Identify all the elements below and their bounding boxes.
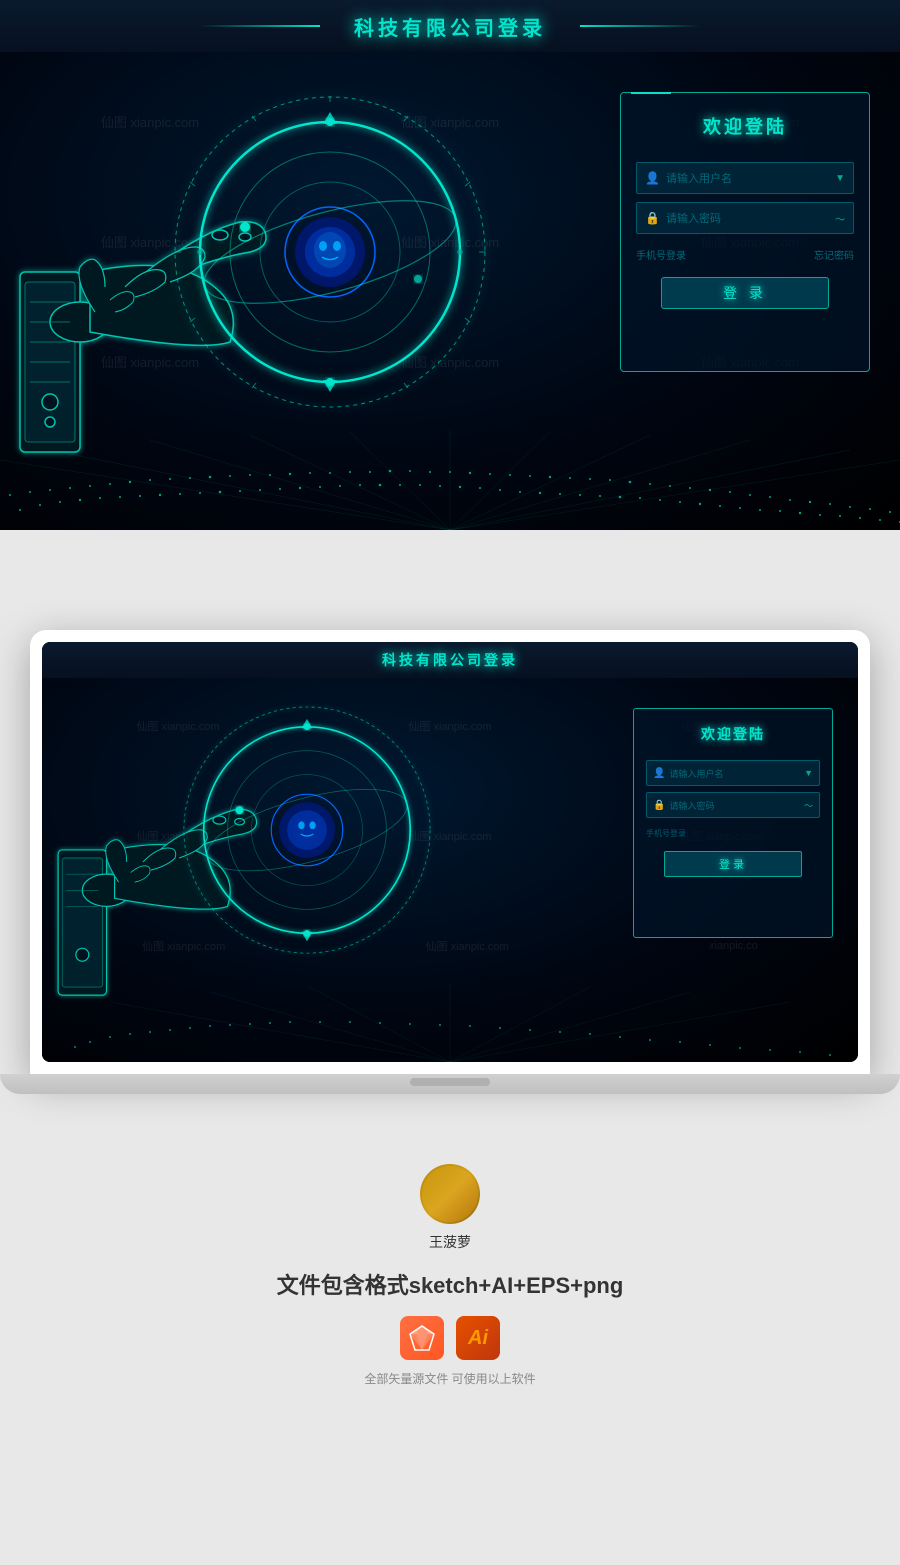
screen-username-field[interactable]: 👤 请输入用户名 ▼ xyxy=(646,760,820,786)
author-avatar xyxy=(420,1164,480,1224)
laptop-base xyxy=(0,1074,900,1094)
screen-field-arrow: ▼ xyxy=(804,768,813,778)
banner-title: 科技有限公司登录 xyxy=(354,12,546,41)
banner-topbar: 科技有限公司登录 xyxy=(0,0,900,52)
username-placeholder: 请输入用户名 xyxy=(666,170,835,186)
separator xyxy=(0,530,900,630)
file-formats-text: 文件包含格式sketch+AI+EPS+png xyxy=(277,1268,624,1300)
screen-phone-login[interactable]: 手机号登录 xyxy=(646,828,686,839)
author-section: 王菠萝 文件包含格式sketch+AI+EPS+png Ai 全部矢量源文件 可… xyxy=(0,1134,900,1427)
author-name: 王菠萝 xyxy=(429,1232,471,1252)
laptop-wrapper: 科技有限公司登录 仙图 xianpic.com 仙图 xianpic.com 仙… xyxy=(30,630,870,1094)
lock-icon: 🔒 xyxy=(645,211,660,225)
screen-lock-icon: 🔒 xyxy=(653,800,665,811)
laptop-section: 科技有限公司登录 仙图 xianpic.com 仙图 xianpic.com 仙… xyxy=(0,630,900,1134)
orbital-svg xyxy=(160,82,500,442)
banner-main: 仙图 xianpic.com 仙图 xianpic.com 仙图 xianpic… xyxy=(0,52,900,530)
sketch-icon xyxy=(400,1316,444,1360)
ai-label: Ai xyxy=(468,1327,488,1350)
login-panel: 欢迎登陆 👤 请输入用户名 ▼ 🔒 请输入密码 〜 手机号登录 忘记密码 登 录 xyxy=(620,92,870,372)
user-icon: 👤 xyxy=(645,171,660,185)
ai-icon: Ai xyxy=(456,1316,500,1360)
field-arrow-icon: ▼ xyxy=(835,173,845,184)
screen-password-placeholder: 请输入密码 xyxy=(669,799,804,812)
top-banner: 科技有限公司登录 仙图 xianpic.com 仙图 xianpic.com 仙… xyxy=(0,0,900,530)
username-field[interactable]: 👤 请输入用户名 ▼ xyxy=(636,162,854,194)
password-placeholder: 请输入密码 xyxy=(666,210,835,226)
screen-login-panel: 欢迎登陆 👤 请输入用户名 ▼ 🔒 请输入密码 〜 手机号登录 xyxy=(633,708,833,938)
screen-orbital xyxy=(172,693,442,983)
software-note: 全部矢量源文件 可使用以上软件 xyxy=(364,1370,535,1387)
screen-login-links: 手机号登录 xyxy=(634,824,832,843)
laptop-screen: 科技有限公司登录 仙图 xianpic.com 仙图 xianpic.com 仙… xyxy=(42,642,858,1062)
screen-field-arrow-2: 〜 xyxy=(804,799,813,812)
screen-main: 仙图 xianpic.com 仙图 xianpic.com 仙图 xianpic… xyxy=(42,678,858,1062)
screen-password-field[interactable]: 🔒 请输入密码 〜 xyxy=(646,792,820,818)
field-arrow-2-icon: 〜 xyxy=(835,211,845,226)
screen-username-placeholder: 请输入用户名 xyxy=(669,767,804,780)
password-field[interactable]: 🔒 请输入密码 〜 xyxy=(636,202,854,234)
format-icons: Ai xyxy=(400,1316,500,1360)
forgot-link[interactable]: 忘记密码 xyxy=(814,247,854,262)
login-links: 手机号登录 忘记密码 xyxy=(621,242,869,267)
laptop-frame: 科技有限公司登录 仙图 xianpic.com 仙图 xianpic.com 仙… xyxy=(30,630,870,1074)
screen-topbar: 科技有限公司登录 xyxy=(42,642,858,678)
author-avatar-inner xyxy=(422,1166,478,1222)
login-panel-title: 欢迎登陆 xyxy=(621,93,869,154)
sketch-logo xyxy=(408,1324,436,1352)
screen-login-title: 欢迎登陆 xyxy=(634,709,832,754)
screen-title: 科技有限公司登录 xyxy=(382,650,518,670)
screen-login-button[interactable]: 登录 xyxy=(664,851,802,877)
login-btn-label: 登 录 xyxy=(723,283,767,303)
screen-user-icon: 👤 xyxy=(653,768,665,779)
login-button[interactable]: 登 录 xyxy=(661,277,829,309)
phone-login-link[interactable]: 手机号登录 xyxy=(636,247,686,262)
screen-login-btn-label: 登录 xyxy=(719,856,747,872)
